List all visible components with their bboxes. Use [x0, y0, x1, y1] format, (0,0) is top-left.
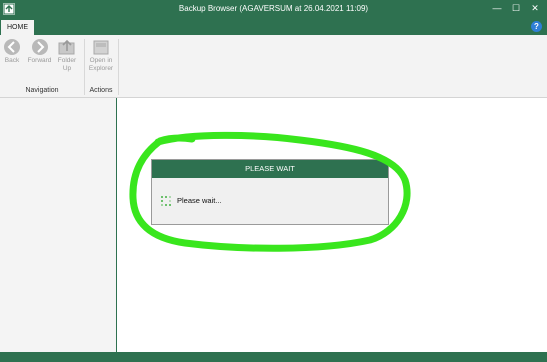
please-wait-dialog: PLEASE WAIT Please wait... — [151, 159, 389, 225]
ribbon-group-separator — [118, 39, 119, 95]
backup-browser-window: Backup Browser (AGAVERSUM at 26.04.2021 … — [0, 0, 547, 362]
back-button[interactable]: Back — [2, 38, 22, 65]
forward-label: Forward — [27, 57, 52, 64]
dialog-message: Please wait... — [177, 196, 222, 205]
dialog-title: PLEASE WAIT — [152, 160, 388, 178]
ribbon: Back Forward Folder Up Navigation Open i — [0, 35, 547, 98]
loading-spinner-icon — [161, 196, 171, 206]
close-button[interactable]: ✕ — [529, 3, 541, 13]
folder-up-label-line2: Up — [62, 65, 72, 72]
folder-up-label-line1: Folder — [57, 57, 77, 64]
explorer-folder-icon — [93, 40, 109, 55]
ribbon-group-separator — [84, 39, 85, 95]
actions-group-label: Actions — [89, 87, 113, 94]
open-in-explorer-button[interactable]: Open in Explorer — [86, 38, 116, 73]
window-title: Backup Browser (AGAVERSUM at 26.04.2021 … — [178, 4, 369, 13]
maximize-button[interactable]: ☐ — [510, 3, 522, 13]
navigation-pane[interactable] — [0, 98, 117, 352]
folder-up-icon — [58, 39, 75, 55]
open-in-explorer-label-line1: Open in — [89, 57, 113, 64]
help-icon[interactable]: ? — [531, 21, 542, 32]
forward-arrow-icon — [31, 39, 48, 55]
forward-button[interactable]: Forward — [26, 38, 53, 65]
navigation-group-label: Navigation — [25, 87, 59, 94]
ribbon-tab-bar: HOME ? — [0, 19, 547, 35]
status-bar — [0, 352, 547, 362]
back-arrow-icon — [4, 39, 20, 55]
folder-up-button[interactable]: Folder Up — [56, 38, 78, 73]
title-bar: Backup Browser (AGAVERSUM at 26.04.2021 … — [0, 0, 547, 19]
minimize-button[interactable]: — — [491, 3, 503, 13]
tab-home[interactable]: HOME — [1, 20, 34, 35]
content-pane[interactable] — [118, 98, 547, 352]
open-in-explorer-label-line2: Explorer — [88, 65, 114, 72]
back-label: Back — [4, 57, 20, 64]
